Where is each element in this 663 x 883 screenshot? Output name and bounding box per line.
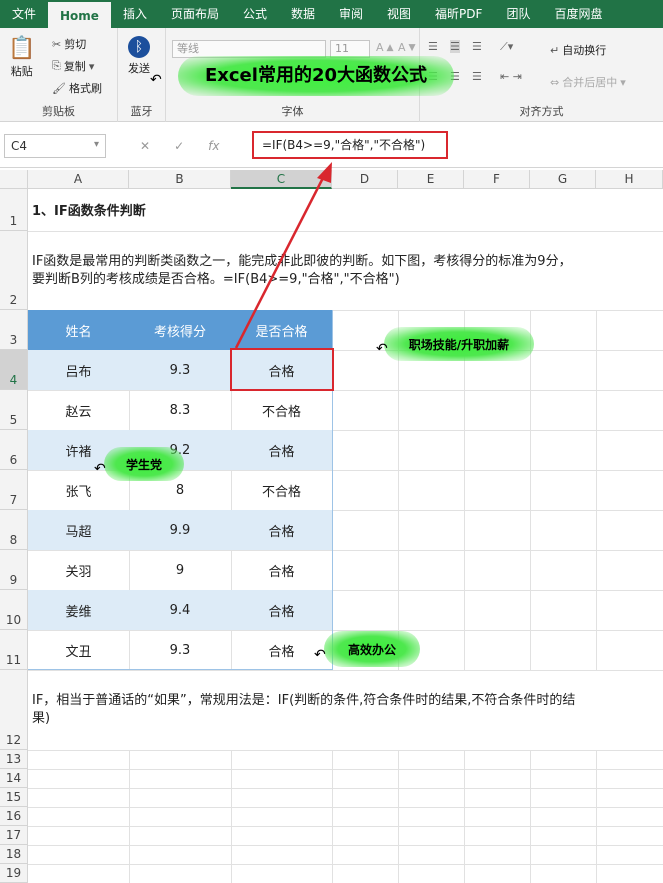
red-arrow <box>234 162 332 349</box>
